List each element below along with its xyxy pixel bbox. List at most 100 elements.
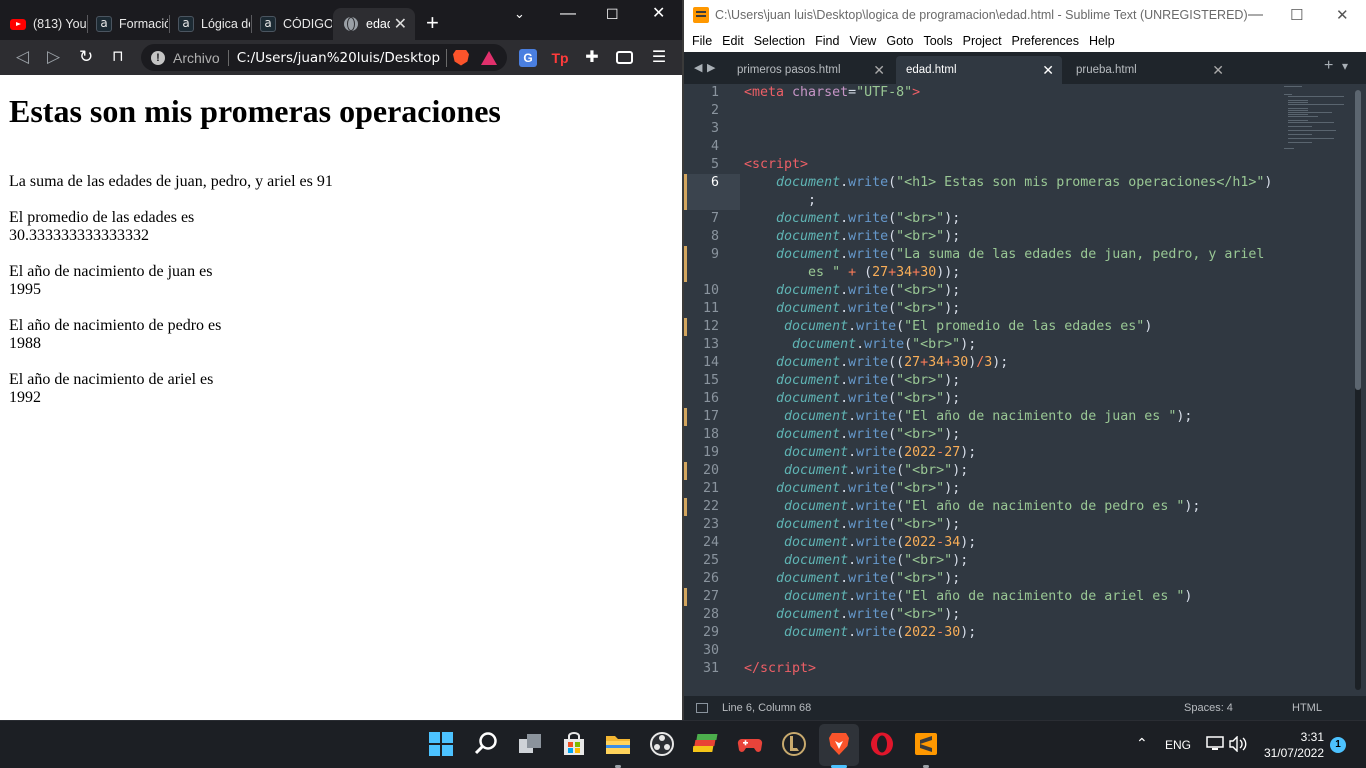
close-tab-icon[interactable]: ✕	[1042, 62, 1054, 79]
close-window-button[interactable]: ✕	[1336, 6, 1349, 24]
line-number: 15	[702, 373, 719, 388]
code-line: document.write(2022-34);	[784, 535, 977, 550]
microsoft-store-icon[interactable]	[561, 731, 587, 757]
menu-help[interactable]: Help	[1089, 34, 1115, 48]
league-of-legends-icon[interactable]	[781, 731, 807, 757]
close-tab-icon[interactable]: ✕	[873, 62, 885, 79]
search-icon[interactable]	[473, 731, 499, 757]
wallet-icon[interactable]	[616, 51, 633, 64]
tab-label: primeros pasos.html	[737, 64, 841, 76]
close-tab-icon[interactable]: ✕	[394, 14, 407, 34]
forward-icon[interactable]: ▷	[47, 48, 60, 66]
reload-icon[interactable]: ↻	[79, 48, 93, 66]
tab-codigo[interactable]: a CÓDIGO	[250, 8, 332, 40]
brave-shields-icon[interactable]	[453, 49, 469, 66]
page-content: Estas son mis promeras operaciones La su…	[0, 75, 683, 720]
extensions-puzzle-icon[interactable]: ✚	[583, 49, 601, 67]
panel-toggle-icon[interactable]	[696, 703, 708, 713]
menu-edit[interactable]: Edit	[722, 34, 744, 48]
tab-logica[interactable]: a Lógica de	[168, 8, 250, 40]
windows-start-icon[interactable]	[428, 731, 454, 757]
indentation-setting[interactable]: Spaces: 4	[1184, 702, 1233, 714]
game-controller-icon[interactable]	[737, 731, 763, 757]
tab-label: Lógica de	[201, 17, 250, 31]
opera-icon[interactable]	[869, 731, 895, 757]
juan-birth-value: 1995	[9, 281, 41, 298]
menu-preferences[interactable]: Preferences	[1012, 34, 1079, 48]
minimize-button[interactable]: —	[560, 4, 576, 24]
syntax-setting[interactable]: HTML	[1292, 702, 1322, 714]
code-line: document.write("<br>");	[776, 211, 961, 226]
task-view-icon[interactable]	[517, 731, 543, 757]
code-line: document.write("<br>");	[784, 463, 969, 478]
maximize-button[interactable]: ☐	[606, 4, 619, 24]
code-line: ;	[744, 193, 817, 208]
taskbar: ⌃ ENG 3:31 31/07/2022 1	[0, 720, 1366, 768]
line-number: 1	[710, 85, 719, 100]
new-tab-button[interactable]: +	[426, 12, 439, 34]
clock[interactable]: 3:31 31/07/2022	[1252, 729, 1324, 761]
tab-youtube[interactable]: (813) YouTube	[0, 8, 86, 40]
tab-label: edad.html	[366, 17, 390, 31]
address-bar[interactable]: ! Archivo C:/Users/juan%20luis/Desktop/l…	[141, 44, 507, 71]
url-scheme-label: Archivo	[173, 49, 220, 66]
tab-edad[interactable]: edad.html ✕	[896, 56, 1062, 84]
code-line: document.write("El promedio de las edade…	[784, 319, 1153, 334]
vertical-scrollbar-thumb[interactable]	[1355, 90, 1361, 390]
menu-find[interactable]: Find	[815, 34, 839, 48]
network-icon[interactable]	[1206, 736, 1224, 752]
tab-edad[interactable]: edad.html ✕	[333, 8, 415, 40]
tp-extension-icon[interactable]: Tp	[551, 49, 569, 67]
minimap[interactable]	[1284, 84, 1354, 164]
menu-view[interactable]: View	[849, 34, 876, 48]
line-number: 25	[702, 553, 719, 568]
back-icon[interactable]: ◁	[16, 48, 29, 66]
minimize-button[interactable]: —	[1248, 6, 1263, 23]
tab-prueba[interactable]: prueba.html ✕	[1066, 56, 1232, 84]
volume-icon[interactable]	[1228, 736, 1248, 752]
brave-browser-icon[interactable]	[826, 731, 852, 757]
tab-label: CÓDIGO	[283, 17, 332, 31]
cursor-position[interactable]: Line 6, Column 68	[722, 702, 811, 714]
menu-project[interactable]: Project	[963, 34, 1002, 48]
code-line: document.write("<br>");	[776, 427, 961, 442]
ariel-birth-value: 1992	[9, 389, 41, 406]
line-number: 8	[710, 229, 719, 244]
url-text[interactable]: C:/Users/juan%20luis/Desktop/logica%20de…	[237, 50, 440, 66]
line-number: 3	[710, 121, 719, 136]
menu-selection[interactable]: Selection	[754, 34, 805, 48]
menu-goto[interactable]: Goto	[886, 34, 913, 48]
sublime-text-icon[interactable]	[913, 731, 939, 757]
tab-list-chevron-icon[interactable]: ▾	[1342, 59, 1348, 73]
code-editor[interactable]: 1 2 3 4 5 6 7 8 9 10 11 12 13 14 15 16 17 18 19 20 21 22 23 24 2…	[684, 84, 1366, 696]
tab-search-chevron-icon[interactable]: ⌄	[514, 4, 525, 24]
language-indicator[interactable]: ENG	[1165, 738, 1191, 752]
notification-badge[interactable]: 1	[1330, 737, 1346, 753]
code-line: document.write("<br>");	[776, 301, 961, 316]
brave-rewards-icon[interactable]	[481, 50, 497, 65]
translate-extension-icon[interactable]: G	[519, 49, 537, 67]
menu-icon[interactable]: ☰	[650, 49, 668, 67]
menu-file[interactable]: File	[692, 34, 712, 48]
menu-tools[interactable]: Tools	[923, 34, 952, 48]
line-number: 14	[702, 355, 719, 370]
tab-scroll-right-icon[interactable]: ▶	[707, 61, 715, 74]
line-number: 5	[710, 157, 719, 172]
new-file-plus-icon[interactable]: +	[1324, 57, 1333, 75]
maximize-button[interactable]: ☐	[1290, 6, 1303, 24]
code-line: <script>	[744, 157, 809, 172]
tab-formacion[interactable]: a Formación	[86, 8, 168, 40]
tab-scroll-left-icon[interactable]: ◀	[694, 61, 702, 74]
obs-icon[interactable]	[649, 731, 675, 757]
tab-primeros-pasos[interactable]: primeros pasos.html ✕	[727, 56, 893, 84]
close-tab-icon[interactable]: ✕	[1212, 62, 1224, 79]
info-icon[interactable]: !	[151, 50, 165, 65]
file-explorer-icon[interactable]	[605, 731, 631, 757]
bookmark-icon[interactable]: ⊓	[112, 48, 124, 66]
bluestacks-icon[interactable]	[693, 731, 719, 757]
tab-label: edad.html	[906, 64, 957, 76]
close-window-button[interactable]: ✕	[652, 4, 665, 24]
line-number: 7	[710, 211, 719, 226]
chevron-up-icon[interactable]: ⌃	[1136, 735, 1148, 752]
line-number: 21	[702, 481, 719, 496]
